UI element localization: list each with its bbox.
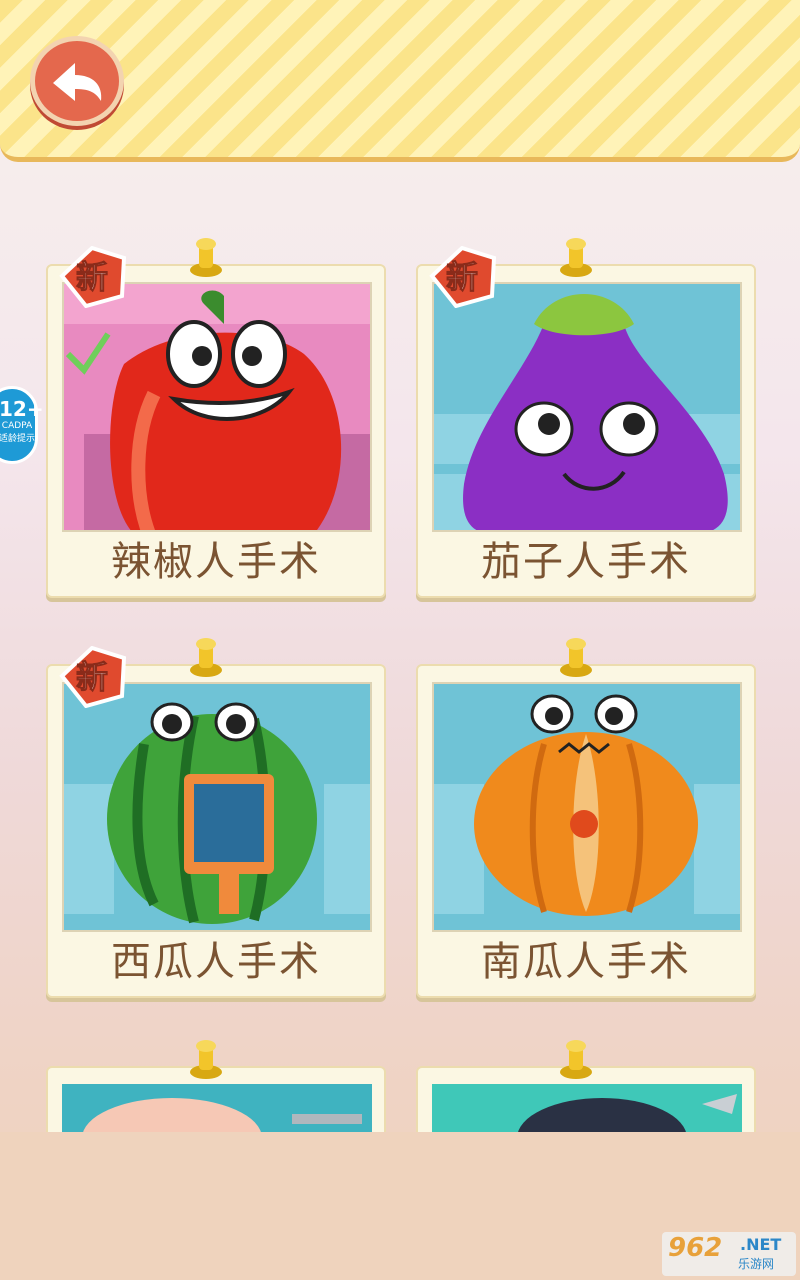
card-label: 西瓜人手术 [111,939,321,985]
age-rating-org: CADPA [1,421,33,431]
age-rating-badge: 12+ CADPA 适龄提示 [0,386,44,464]
card-label: 南瓜人手术 [481,939,691,985]
card-watermelon-surgery[interactable]: 新 西瓜人手术 [46,638,386,998]
card-eggplant-surgery[interactable]: 新 茄子人手术 [416,238,756,598]
back-button[interactable] [30,36,124,126]
age-rating: 12+ [0,397,44,421]
pepper-illustration [62,282,372,532]
watermark-logo: 962 .NET 乐游网 [662,1232,796,1276]
eggplant-illustration [432,282,742,532]
watermark-brand: 962 [668,1233,723,1263]
partial-illustration [62,1084,372,1138]
card-pumpkin-surgery[interactable]: 南瓜人手术 [416,638,756,998]
card-label: 茄子人手术 [481,539,691,585]
pushpin-icon [190,638,222,677]
card-partial-left[interactable] [46,1040,386,1138]
back-arrow-icon [53,63,102,101]
pushpin-icon [190,1040,222,1079]
new-badge-text: 新 [75,258,109,297]
age-rating-note: 适龄提示 [0,434,36,444]
new-badge-text: 新 [75,658,109,697]
card-pepper-surgery[interactable]: 新 辣椒人手术 [46,238,386,598]
pushpin-icon [560,1040,592,1079]
pushpin-icon [560,638,592,677]
watermark-subtitle: 乐游网 [738,1257,775,1271]
new-badge: 新 [426,245,498,309]
pushpin-icon [560,238,592,277]
card-label: 辣椒人手术 [111,539,321,585]
watermelon-illustration [62,682,372,932]
card-partial-right[interactable] [416,1040,756,1138]
pushpin-icon [190,238,222,277]
pumpkin-illustration [432,682,742,932]
new-badge-text: 新 [445,258,479,297]
header-bar [0,0,800,162]
partial-illustration [432,1084,742,1138]
new-badge: 新 [56,645,128,709]
new-badge: 新 [56,245,128,309]
watermark-domain: .NET [740,1235,782,1254]
